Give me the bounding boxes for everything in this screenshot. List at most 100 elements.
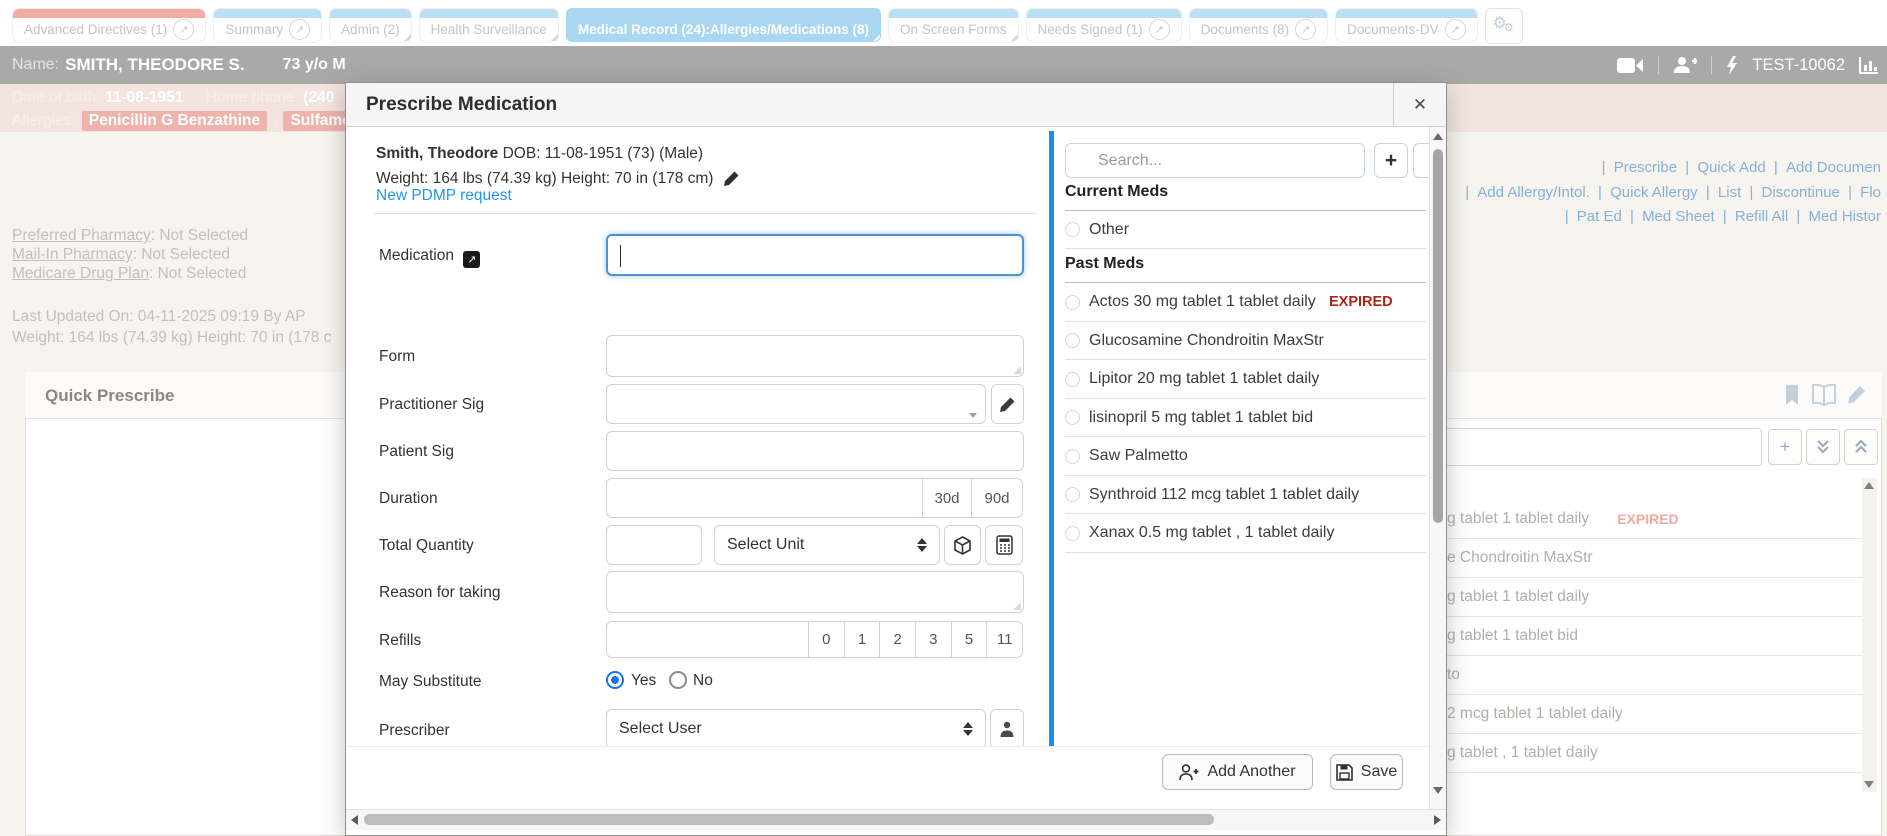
discontinue-link[interactable]: Discontinue	[1762, 184, 1840, 201]
med-list-row[interactable]: g tablet 1 tablet daily	[1430, 578, 1862, 617]
practitioner-sig-input[interactable]	[606, 384, 986, 424]
add-allergy-link[interactable]: Add Allergy/Intol.	[1477, 184, 1590, 201]
med-radio[interactable]	[1065, 372, 1080, 387]
current-med-item[interactable]: Other	[1065, 211, 1426, 249]
med-list-row[interactable]: to	[1430, 656, 1862, 695]
tab-needs-signed[interactable]: Needs Signed (1) ↗	[1026, 8, 1182, 42]
med-list-row[interactable]: 2 mcg tablet 1 tablet daily	[1430, 695, 1862, 734]
scrollbar-thumb[interactable]	[1433, 149, 1443, 523]
scrollbar-thumb[interactable]	[364, 814, 1214, 825]
add-person-icon[interactable]	[1673, 56, 1697, 74]
flow-link[interactable]: Flo	[1860, 184, 1881, 201]
calculator-button[interactable]	[985, 525, 1023, 565]
save-button[interactable]: Save	[1330, 754, 1403, 790]
past-med-item[interactable]: Glucosamine Chondroitin MaxStr	[1065, 322, 1426, 360]
external-link-icon[interactable]: ↗	[463, 251, 480, 268]
chart-icon[interactable]	[1859, 56, 1879, 74]
med-radio[interactable]	[1065, 333, 1080, 348]
medication-input[interactable]	[606, 234, 1024, 276]
updated-by-link[interactable]: AP	[285, 308, 306, 325]
substitute-yes-radio[interactable]	[606, 671, 624, 689]
tab-medical-record[interactable]: Medical Record (24):Allergies/Medication…	[566, 8, 881, 42]
popout-icon[interactable]: ↗	[1295, 19, 1316, 40]
reason-input[interactable]	[606, 571, 1024, 613]
med-radio[interactable]	[1065, 295, 1080, 310]
dialog-header[interactable]: Prescribe Medication ✕	[346, 83, 1446, 127]
refills-0-button[interactable]: 0	[808, 621, 845, 658]
book-icon[interactable]	[1811, 383, 1837, 407]
dialog-horizontal-scrollbar[interactable]	[346, 809, 1446, 830]
meds-search-input[interactable]	[1065, 143, 1365, 178]
pencil-icon[interactable]	[1846, 383, 1868, 407]
popout-icon[interactable]: ↗	[1149, 19, 1170, 40]
scroll-right-arrow[interactable]	[1434, 815, 1441, 825]
tab-health-surveillance[interactable]: Health Surveillance	[419, 8, 559, 42]
pdmp-request-link[interactable]: New PDMP request	[376, 187, 512, 205]
tab-summary[interactable]: Summary ↗	[213, 8, 322, 42]
med-history-link[interactable]: Med Histor	[1808, 208, 1881, 225]
collapse-all-button[interactable]	[1844, 429, 1878, 465]
past-med-item[interactable]: Xanax 0.5 mg tablet , 1 tablet daily	[1065, 514, 1426, 553]
popout-icon[interactable]: ↗	[1445, 19, 1466, 40]
unit-select[interactable]: Select Unit	[714, 525, 940, 565]
duration-input[interactable]	[606, 478, 923, 518]
prescriber-select[interactable]: Select User	[606, 709, 986, 749]
scroll-left-arrow[interactable]	[351, 815, 358, 825]
resize-grip-icon[interactable]	[1012, 365, 1021, 374]
quick-prescribe-add-button[interactable]: +	[1768, 429, 1802, 465]
allergy-chip[interactable]: Penicillin G Benzathine	[82, 111, 267, 131]
med-sheet-link[interactable]: Med Sheet	[1642, 208, 1715, 225]
refills-3-button[interactable]: 3	[915, 621, 952, 658]
background-list-scrollbar[interactable]	[1862, 478, 1877, 792]
med-list-row[interactable]: e Chondroitin MaxStr	[1430, 539, 1862, 578]
med-radio[interactable]	[1065, 222, 1080, 237]
quick-allergy-link[interactable]: Quick Allergy	[1610, 184, 1698, 201]
tab-documents-dv[interactable]: Documents-DV ↗	[1335, 8, 1478, 42]
edit-vitals-pencil-icon[interactable]	[724, 170, 740, 186]
med-radio[interactable]	[1065, 410, 1080, 425]
patient-sig-input[interactable]	[606, 431, 1024, 471]
select-user-button[interactable]	[990, 709, 1024, 749]
past-med-item[interactable]: Saw Palmetto	[1065, 437, 1426, 476]
refills-1-button[interactable]: 1	[844, 621, 881, 658]
substitute-no-radio[interactable]	[669, 671, 687, 689]
pat-ed-link[interactable]: Pat Ed	[1577, 208, 1622, 225]
med-radio[interactable]	[1065, 487, 1080, 502]
tab-on-screen-forms[interactable]: On Screen Forms	[888, 8, 1019, 42]
add-med-button[interactable]: +	[1374, 143, 1408, 178]
prescribe-link[interactable]: Prescribe	[1614, 159, 1677, 176]
refill-all-link[interactable]: Refill All	[1735, 208, 1788, 225]
refills-2-button[interactable]: 2	[879, 621, 916, 658]
refills-5-button[interactable]: 5	[951, 621, 988, 658]
med-radio[interactable]	[1065, 526, 1080, 541]
med-list-row[interactable]: g tablet 1 tablet bid	[1430, 617, 1862, 656]
resize-grip-icon[interactable]	[1012, 601, 1021, 610]
refills-11-button[interactable]: 11	[986, 621, 1023, 658]
add-document-link[interactable]: Add Documen	[1786, 159, 1881, 176]
past-med-item[interactable]: Actos 30 mg tablet 1 tablet daily EXPIRE…	[1065, 283, 1426, 322]
package-lookup-button[interactable]	[944, 525, 981, 565]
tab-settings-button[interactable]: ⚙ ⚙	[1485, 8, 1523, 44]
medicare-plan-link[interactable]: Medicare Drug Plan	[12, 265, 149, 282]
past-med-item[interactable]: Synthroid 112 mcg tablet 1 tablet daily	[1065, 476, 1426, 514]
med-list-row[interactable]: g tablet 1 tablet daily EXPIRED	[1430, 500, 1862, 539]
duration-30d-button[interactable]: 30d	[922, 478, 972, 518]
preferred-pharmacy-link[interactable]: Preferred Pharmacy	[12, 227, 151, 244]
video-call-icon[interactable]	[1617, 57, 1644, 74]
list-link[interactable]: List	[1718, 184, 1741, 201]
lightning-icon[interactable]	[1726, 56, 1738, 75]
dialog-vertical-scrollbar[interactable]	[1429, 127, 1446, 809]
scroll-up-arrow[interactable]	[1864, 482, 1874, 489]
med-radio[interactable]	[1065, 449, 1080, 464]
form-input[interactable]	[606, 335, 1024, 377]
tab-documents[interactable]: Documents (8) ↗	[1189, 8, 1329, 42]
bookmark-icon[interactable]	[1782, 383, 1802, 407]
scroll-down-arrow[interactable]	[1864, 781, 1874, 788]
popout-icon[interactable]: ↗	[289, 19, 310, 40]
scroll-up-arrow[interactable]	[1433, 133, 1443, 140]
close-icon[interactable]: ✕	[1393, 83, 1446, 126]
tab-admin[interactable]: Admin (2)	[329, 8, 412, 42]
edit-sig-button[interactable]	[991, 384, 1024, 424]
past-med-item[interactable]: Lipitor 20 mg tablet 1 tablet daily	[1065, 360, 1426, 399]
mailin-pharmacy-link[interactable]: Mail-In Pharmacy	[12, 246, 133, 263]
